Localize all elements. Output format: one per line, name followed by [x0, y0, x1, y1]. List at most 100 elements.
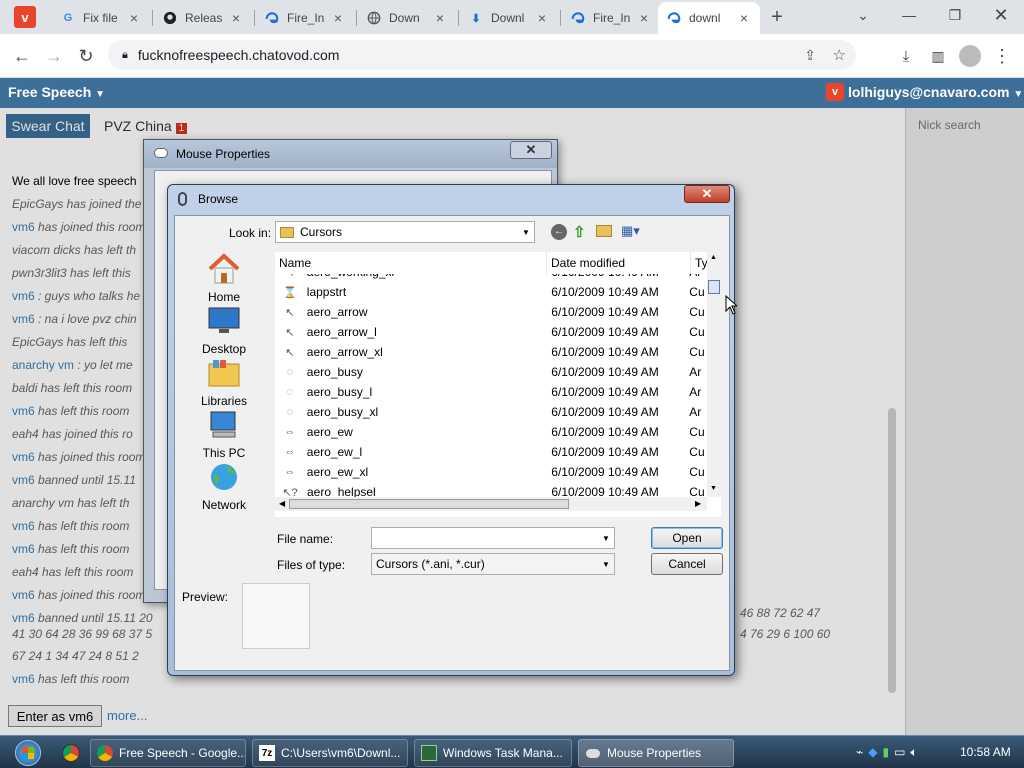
close-icon[interactable]: ×: [736, 10, 752, 26]
horizontal-scrollbar[interactable]: ◀ ▶: [275, 497, 707, 511]
system-clock[interactable]: 10:58 AM: [960, 745, 1011, 759]
back-icon[interactable]: ←: [551, 224, 567, 240]
minimize-button[interactable]: —: [886, 0, 932, 30]
task-manager-icon: [421, 745, 437, 761]
file-row[interactable]: ◌ aero_busy_l 6/10/2009 10:49 AM Ar: [275, 382, 707, 402]
file-row[interactable]: ⇔ aero_ew 6/10/2009 10:49 AM Cu: [275, 422, 707, 442]
shield-icon[interactable]: ◆: [868, 745, 877, 760]
file-row[interactable]: ⌛ lappstrt 6/10/2009 10:49 AM Cu: [275, 282, 707, 302]
place-libraries[interactable]: Libraries: [183, 356, 265, 408]
battery-icon[interactable]: ▮: [882, 745, 889, 760]
user-menu[interactable]: lolhiguys@cnavaro.com ▼: [848, 84, 1023, 100]
address-bar[interactable]: 🔒︎ fucknofreespeech.chatovod.com ⇪ ☆: [108, 40, 856, 70]
place-network[interactable]: Network: [183, 460, 265, 512]
profile-avatar[interactable]: [956, 42, 984, 70]
share-icon[interactable]: ⇪: [804, 47, 816, 64]
browser-tab[interactable]: Releas ×: [154, 2, 252, 34]
bookmark-star-icon[interactable]: ☆: [833, 46, 846, 64]
file-row[interactable]: ↖ aero_arrow_l 6/10/2009 10:49 AM Cu: [275, 322, 707, 342]
reload-button[interactable]: ↻: [72, 42, 100, 70]
file-row[interactable]: ↖? aero_helpsel 6/10/2009 10:49 AM Cu: [275, 482, 707, 497]
tray-icons: ⌁ ◆ ▮ ▭ 🔈︎: [856, 745, 918, 760]
new-tab-button[interactable]: +: [766, 6, 788, 28]
browser-tab[interactable]: Fire_In ×: [562, 2, 660, 34]
menu-kebab-icon[interactable]: ⋮: [988, 42, 1016, 70]
file-date: 6/10/2009 10:49 AM: [551, 285, 659, 299]
browser-tab[interactable]: Down ×: [358, 2, 456, 34]
chevron-down-icon[interactable]: ▼: [598, 554, 614, 574]
browser-tab[interactable]: G Fix file ×: [52, 2, 150, 34]
file-name-input[interactable]: ▼: [371, 527, 615, 549]
file-row[interactable]: ↖ aero_working_xl6/10/2009 10:49 AMAr: [275, 274, 707, 282]
file-type: Ar: [689, 385, 702, 399]
scroll-thumb[interactable]: [708, 280, 720, 294]
column-header-date[interactable]: Date modified: [547, 252, 691, 274]
taskbar-item-active[interactable]: Mouse Properties: [578, 739, 734, 767]
taskbar-item[interactable]: Free Speech - Google...: [90, 739, 246, 767]
scroll-down-arrow[interactable]: ▼: [710, 485, 717, 492]
taskbar-item[interactable]: 7z C:\Users\vm6\Downl...: [252, 739, 408, 767]
volume-icon[interactable]: 🔈︎: [910, 745, 917, 760]
place-home[interactable]: Home: [183, 252, 265, 304]
display-icon[interactable]: ▭: [894, 745, 905, 760]
download-icon: ⬇: [471, 12, 481, 25]
browser-tab-active[interactable]: downl ×: [658, 2, 760, 34]
file-row[interactable]: ⇔ aero_ew_xl 6/10/2009 10:49 AM Cu: [275, 462, 707, 482]
file-row[interactable]: ↖ aero_arrow 6/10/2009 10:49 AM Cu: [275, 302, 707, 322]
chrome-pinned-icon[interactable]: [62, 744, 80, 762]
scroll-up-arrow[interactable]: ▲: [710, 254, 717, 261]
tab-search-icon[interactable]: ⌄: [840, 0, 886, 30]
window-titlebar[interactable]: Mouse Properties: [144, 140, 557, 168]
busy-cursor-icon: ⌛: [283, 286, 297, 299]
file-row[interactable]: ↖ aero_arrow_xl 6/10/2009 10:49 AM Cu: [275, 342, 707, 362]
view-menu-icon[interactable]: ▦▾: [621, 223, 645, 239]
file-row[interactable]: ⇔ aero_ew_l 6/10/2009 10:49 AM Cu: [275, 442, 707, 462]
lock-icon[interactable]: 🔒︎: [122, 49, 128, 62]
scroll-right-arrow[interactable]: ▶: [695, 499, 701, 508]
resize-ew-icon: ⇔: [284, 426, 296, 438]
close-icon[interactable]: ×: [636, 10, 652, 26]
close-button[interactable]: ✕: [684, 185, 730, 203]
network-disabled-icon[interactable]: ⌁: [856, 745, 863, 760]
chevron-down-icon[interactable]: ▼: [598, 528, 614, 548]
new-folder-icon[interactable]: [596, 225, 612, 237]
place-desktop[interactable]: Desktop: [183, 304, 265, 356]
back-button[interactable]: ←: [8, 42, 36, 70]
taskbar-item[interactable]: Windows Task Mana...: [414, 739, 572, 767]
place-this-pc[interactable]: This PC: [183, 408, 265, 460]
downloads-icon[interactable]: ⤓: [892, 42, 920, 70]
libraries-icon: [206, 356, 242, 390]
look-in-dropdown[interactable]: Cursors ▼: [275, 221, 535, 243]
close-icon[interactable]: ×: [330, 10, 346, 26]
site-brand[interactable]: Free Speech ▼: [8, 84, 105, 100]
close-icon[interactable]: ×: [126, 10, 142, 26]
start-button[interactable]: [6, 737, 50, 768]
close-button[interactable]: ✕: [510, 141, 552, 159]
forward-button[interactable]: →: [40, 42, 68, 70]
chevron-down-icon[interactable]: ▼: [518, 222, 534, 242]
column-header-name[interactable]: Name: [275, 252, 547, 274]
file-name-label: File name:: [277, 532, 334, 546]
scroll-left-arrow[interactable]: ◀: [279, 499, 285, 508]
vivaldi-app-icon[interactable]: v: [14, 6, 36, 28]
restore-button[interactable]: ❐: [932, 0, 978, 30]
browser-tab[interactable]: Fire_In ×: [256, 2, 354, 34]
file-row[interactable]: ◌ aero_busy 6/10/2009 10:49 AM Ar: [275, 362, 707, 382]
vertical-scrollbar[interactable]: ▲ ▼: [707, 252, 721, 497]
files-of-type-dropdown[interactable]: Cursors (*.ani, *.cur) ▼: [371, 553, 615, 575]
close-window-button[interactable]: ✕: [978, 0, 1024, 30]
cancel-button[interactable]: Cancel: [651, 553, 723, 575]
dialog-titlebar[interactable]: Browse: [168, 185, 734, 213]
open-button[interactable]: Open: [651, 527, 723, 549]
side-panel-icon[interactable]: ▥: [924, 42, 952, 70]
file-name: aero_arrow_xl: [306, 345, 383, 359]
close-icon[interactable]: ×: [432, 10, 448, 26]
h-scroll-thumb[interactable]: [289, 499, 569, 509]
file-date: 6/10/2009 10:49 AM: [551, 305, 659, 319]
close-icon[interactable]: ×: [228, 10, 244, 26]
browser-tab[interactable]: ⬇ Downl ×: [460, 2, 558, 34]
up-folder-icon[interactable]: ⇧: [573, 223, 589, 241]
close-icon[interactable]: ×: [534, 10, 550, 26]
desktop-icon: [206, 304, 242, 338]
file-row[interactable]: ◌ aero_busy_xl 6/10/2009 10:49 AM Ar: [275, 402, 707, 422]
